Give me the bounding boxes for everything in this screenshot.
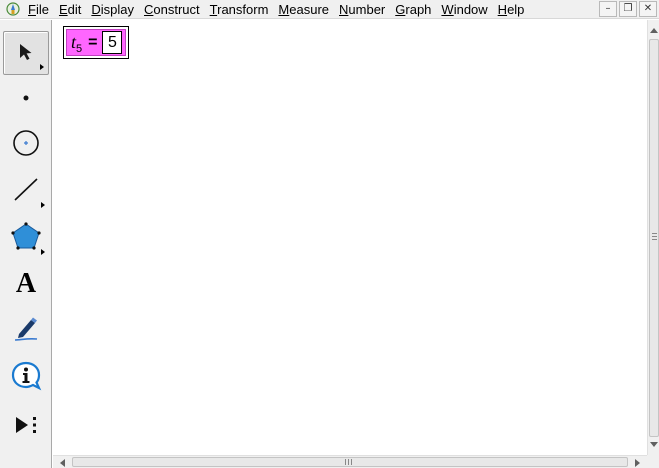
menu-mnemonic: H [497, 1, 508, 17]
menu-number[interactable]: Number [336, 1, 392, 18]
scroll-down-icon[interactable] [650, 442, 658, 447]
menu-mnemonic: T [209, 1, 218, 17]
menu-label-rest: elp [507, 1, 525, 17]
parameter-value-field[interactable]: 5 [102, 31, 123, 54]
compass-icon [11, 128, 41, 161]
app-icon[interactable] [6, 2, 20, 16]
menu-label-rest: onstruct [153, 1, 200, 17]
parameter-object[interactable]: t5 = 5 [63, 26, 130, 59]
close-button[interactable]: ✕ [639, 1, 657, 17]
vertical-scroll-thumb[interactable] [649, 39, 659, 437]
scrollbar-corner [647, 455, 659, 468]
submenu-arrow-icon [40, 64, 44, 70]
polygon-tool[interactable] [3, 215, 49, 259]
custom-tool-icon [11, 410, 41, 443]
arrow-select-icon [15, 41, 37, 66]
vertical-scrollbar[interactable] [647, 20, 659, 455]
menu-mnemonic: N [339, 1, 349, 17]
straightedge-tool[interactable] [3, 168, 49, 212]
arrow-tool[interactable] [3, 31, 49, 75]
scroll-left-icon[interactable] [60, 459, 65, 467]
menu-mnemonic: G [395, 1, 406, 17]
menu-mnemonic: M [278, 1, 290, 17]
horizontal-scroll-thumb[interactable] [72, 457, 628, 467]
menu-mnemonic: C [144, 1, 154, 17]
menu-label-rest: ransform [217, 1, 269, 17]
horizontal-scrollbar[interactable] [53, 455, 647, 468]
menu-display[interactable]: Display [88, 1, 141, 18]
restore-button[interactable]: ❐ [619, 1, 637, 17]
scroll-up-icon[interactable] [650, 28, 658, 33]
grip-icon [652, 233, 657, 240]
polygon-icon [10, 221, 42, 254]
parameter-subscript: 5 [76, 43, 83, 55]
menu-label-rest: dit [67, 1, 82, 17]
menu-bar: File Edit Display Construct Transform Measure… [0, 0, 659, 19]
menu-mnemonic: F [28, 1, 36, 17]
point-tool[interactable] [3, 76, 49, 120]
scroll-right-icon[interactable] [635, 459, 640, 467]
marker-tool[interactable] [3, 308, 49, 352]
information-tool[interactable] [3, 355, 49, 399]
straightedge-icon [11, 174, 41, 207]
minimize-button[interactable]: – [599, 1, 617, 17]
menu-label-rest: umber [348, 1, 386, 17]
menu-file[interactable]: File [25, 1, 56, 18]
menu-window[interactable]: Window [438, 1, 494, 18]
menu-construct[interactable]: Construct [141, 1, 207, 18]
menu-label-rest: easure [289, 1, 330, 17]
menu-label-rest: indow [453, 1, 488, 17]
menu-graph[interactable]: Graph [392, 1, 438, 18]
menu-mnemonic: E [58, 1, 68, 17]
menu-mnemonic: D [91, 1, 101, 17]
parameter-label-box[interactable]: t5 = 5 [66, 29, 127, 56]
custom-tool[interactable] [3, 404, 49, 448]
submenu-arrow-icon [41, 202, 45, 208]
menu-help[interactable]: Help [495, 1, 532, 18]
menu-label-rest: isplay [100, 1, 135, 17]
toolbox: A [0, 20, 52, 468]
marker-icon [11, 314, 41, 347]
submenu-arrow-icon [41, 249, 45, 255]
menu-transform[interactable]: Transform [207, 1, 276, 18]
compass-tool[interactable] [3, 122, 49, 166]
sketch-canvas[interactable]: t5 = 5 [53, 20, 647, 455]
menu-edit[interactable]: Edit [56, 1, 88, 18]
text-tool[interactable]: A [3, 262, 49, 306]
menu-label-rest: raph [405, 1, 432, 17]
menu-measure[interactable]: Measure [275, 1, 336, 18]
parameter-name: t5 [71, 32, 83, 55]
parameter-equals: = [88, 33, 98, 51]
point-icon [21, 91, 31, 106]
menu-mnemonic: W [441, 1, 454, 17]
text-icon: A [15, 268, 37, 299]
menu-label-rest: ile [35, 1, 49, 17]
grip-icon [345, 459, 352, 465]
information-icon [10, 360, 42, 395]
